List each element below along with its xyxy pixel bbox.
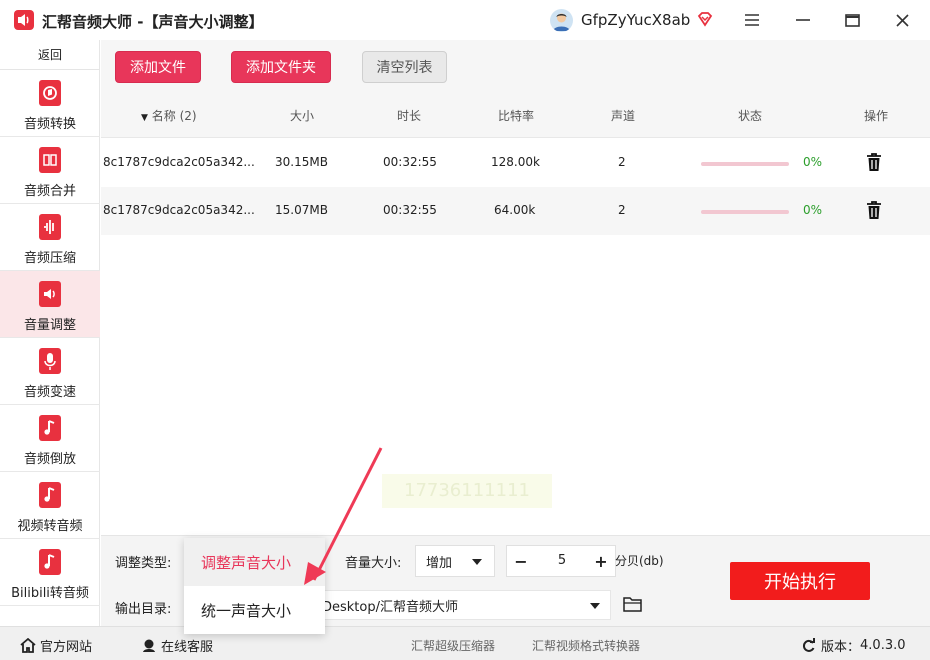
progress-percent: 0% [803, 155, 823, 169]
progress-bar [701, 210, 789, 214]
audio-merge-icon [39, 147, 61, 173]
sidebar-item-label: 视频转音频 [17, 519, 83, 534]
column-header-bitrate: 比特率 [498, 109, 535, 123]
sidebar-item-audio-compress[interactable]: 音频压缩 [0, 204, 100, 271]
vip-diamond-icon[interactable] [696, 10, 714, 28]
column-header-actions: 操作 [864, 109, 889, 123]
chevron-down-icon [590, 603, 600, 609]
volume-mode-value: 增加 [426, 555, 453, 571]
sidebar-item-audio-speed[interactable]: 音频变速 [0, 338, 100, 405]
dropdown-option-normalize-volume[interactable]: 统一声音大小 [184, 586, 325, 634]
file-bitrate: 128.00k [491, 155, 540, 169]
start-button[interactable]: 开始执行 [730, 562, 870, 600]
add-folder-button[interactable]: 添加文件夹 [231, 51, 331, 83]
refresh-icon[interactable] [801, 638, 816, 653]
file-size: 30.15MB [275, 155, 328, 169]
footer-link-compressor[interactable]: 汇帮超级压缩器 [411, 637, 495, 654]
sidebar-item-label: 音频压缩 [23, 251, 76, 266]
back-button[interactable]: 返回 [0, 40, 100, 70]
title-bar: 汇帮音频大师 -【声音大小调整】 GfpZyYucX8ab [0, 0, 930, 40]
official-website-link[interactable]: 官方网站 [20, 636, 92, 655]
online-support-link[interactable]: 在线客服 [141, 636, 213, 655]
sidebar-item-label: 音频转换 [23, 117, 76, 132]
output-dir-select[interactable]: Desktop/汇帮音频大师 [311, 590, 611, 620]
table-row[interactable]: 8c1787c9dca2c05a342... 30.15MB 00:32:55 … [101, 139, 930, 187]
increment-button[interactable]: + [587, 546, 615, 576]
file-duration: 00:32:55 [383, 155, 437, 169]
volume-mode-select[interactable]: 增加 [415, 545, 495, 577]
table-header: ▼ 名称 (2) 大小 时长 比特率 声道 状态 操作 [101, 92, 930, 138]
file-channels: 2 [618, 203, 626, 217]
username[interactable]: GfpZyYucX8ab [581, 11, 690, 29]
add-file-button[interactable]: 添加文件 [115, 51, 201, 83]
decrement-button[interactable]: − [507, 546, 535, 576]
volume-icon [39, 281, 61, 307]
column-header-channels: 声道 [611, 109, 636, 123]
sidebar-item-label: 音频倒放 [23, 452, 76, 467]
folder-icon[interactable] [623, 595, 643, 613]
window-title: 汇帮音频大师 -【声音大小调整】 [42, 13, 264, 31]
sidebar-item-label: 音量调整 [23, 318, 76, 333]
sidebar: 返回 音频转换 音频合并 音频压缩 音量调整 音频变速 音频倒放 视频转音频 B… [0, 40, 100, 626]
table-row[interactable]: 8c1787c9dca2c05a342... 15.07MB 00:32:55 … [101, 187, 930, 235]
version-info: 版本： 4.0.3.0 [801, 636, 906, 655]
music-note-icon [39, 482, 61, 508]
watermark: 17736111111 [382, 474, 552, 508]
column-header-name[interactable]: ▼ 名称 (2) [141, 107, 197, 124]
audio-compress-icon [39, 214, 61, 240]
file-name: 8c1787c9dca2c05a342... [103, 203, 255, 217]
file-size: 15.07MB [275, 203, 328, 217]
adjust-type-label: 调整类型: [115, 556, 172, 571]
sidebar-item-volume-adjust[interactable]: 音量调整 [0, 271, 100, 338]
toolbar: 添加文件 添加文件夹 清空列表 [101, 40, 930, 92]
close-icon[interactable] [889, 8, 915, 32]
sidebar-item-audio-merge[interactable]: 音频合并 [0, 137, 100, 204]
home-icon [20, 638, 36, 653]
sidebar-item-bilibili-to-audio[interactable]: Bilibili转音频 [0, 539, 100, 606]
clear-list-button[interactable]: 清空列表 [362, 51, 447, 83]
volume-stepper[interactable]: − 5 + [506, 545, 616, 577]
progress-percent: 0% [803, 203, 823, 217]
sidebar-item-video-to-audio[interactable]: 视频转音频 [0, 472, 100, 539]
volume-value[interactable]: 5 [535, 546, 589, 576]
progress-bar [701, 162, 789, 166]
music-note-icon [39, 549, 61, 575]
annotation-arrow [304, 447, 383, 585]
sidebar-item-label: 音频变速 [23, 385, 76, 400]
file-bitrate: 64.00k [494, 203, 536, 217]
file-channels: 2 [618, 155, 626, 169]
app-logo-icon [14, 10, 34, 30]
minimize-icon[interactable] [790, 8, 816, 32]
column-header-duration: 时长 [397, 109, 422, 123]
chevron-down-icon [472, 559, 482, 565]
trash-icon[interactable] [865, 200, 883, 220]
sidebar-item-audio-convert[interactable]: 音频转换 [0, 70, 100, 137]
maximize-icon[interactable] [839, 8, 865, 32]
microphone-icon [39, 348, 61, 374]
sidebar-item-label: Bilibili转音频 [11, 586, 89, 601]
file-name: 8c1787c9dca2c05a342... [103, 155, 255, 169]
menu-icon[interactable] [739, 8, 765, 32]
output-dir-label: 输出目录: [115, 602, 172, 617]
music-note-icon [39, 415, 61, 441]
sidebar-item-label: 音频合并 [23, 184, 76, 199]
output-dir-value: Desktop/汇帮音频大师 [322, 599, 458, 615]
footer-link-video-converter[interactable]: 汇帮视频格式转换器 [532, 637, 640, 654]
column-header-size: 大小 [290, 109, 315, 123]
column-header-status: 状态 [738, 109, 763, 123]
support-icon [143, 639, 155, 652]
trash-icon[interactable] [865, 152, 883, 172]
audio-convert-icon [39, 80, 61, 106]
footer: 官方网站 在线客服 汇帮超级压缩器 汇帮视频格式转换器 版本： 4.0.3.0 [0, 626, 930, 660]
volume-unit-label: 分贝(db) [615, 554, 664, 568]
sidebar-item-audio-reverse[interactable]: 音频倒放 [0, 405, 100, 472]
sort-desc-icon: ▼ [141, 113, 148, 123]
file-duration: 00:32:55 [383, 203, 437, 217]
user-avatar[interactable] [550, 9, 573, 32]
